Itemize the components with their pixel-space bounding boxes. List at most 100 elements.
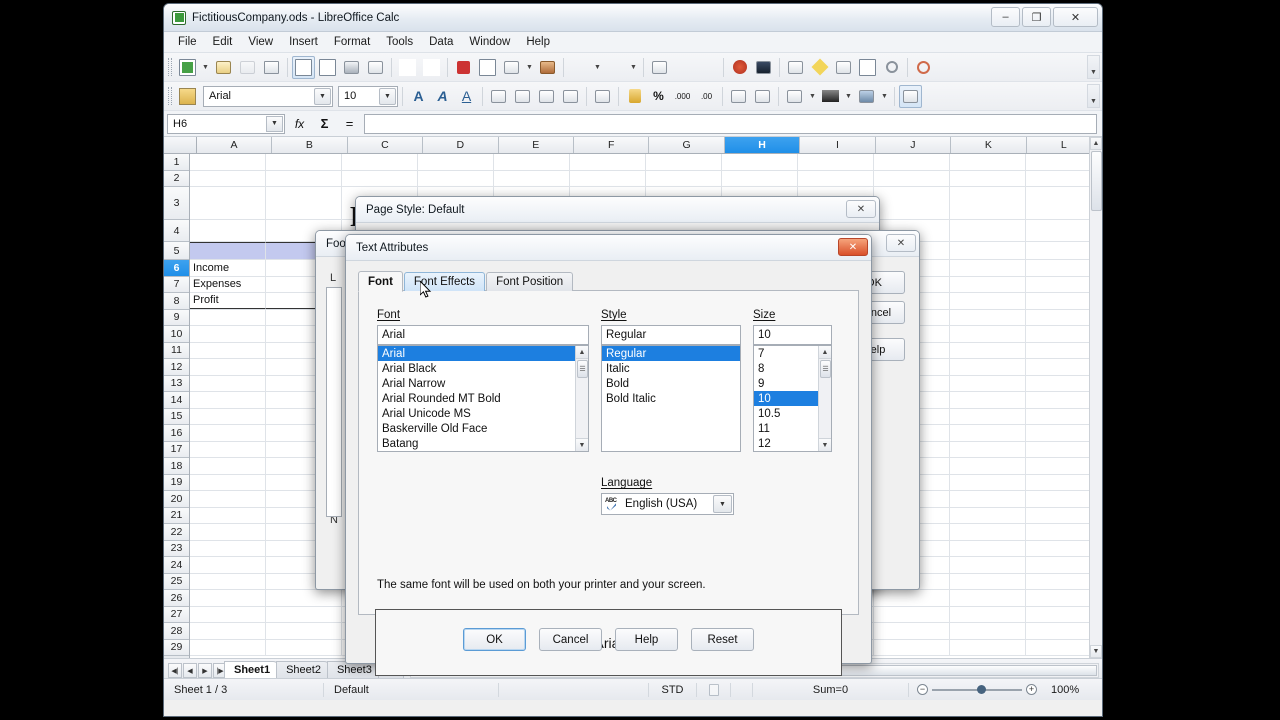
menu-help[interactable]: Help — [518, 34, 558, 50]
size-list-scrollbar[interactable]: ▲ ☰ ▼ — [818, 346, 831, 451]
border-style-dropdown-icon[interactable]: ▼ — [843, 85, 854, 108]
chevron-down-icon[interactable]: ▼ — [266, 115, 283, 132]
sheet-tab-sheet1[interactable]: Sheet1 — [224, 661, 281, 678]
scroll-up-icon[interactable]: ▲ — [576, 346, 588, 359]
grid-cell[interactable] — [950, 293, 1026, 309]
grid-cell[interactable] — [190, 507, 266, 523]
grid-cell[interactable] — [950, 606, 1026, 622]
font-list-item[interactable]: Batang — [378, 436, 588, 451]
grid-cell[interactable] — [190, 326, 266, 342]
paste-icon[interactable] — [500, 56, 523, 79]
scroll-down-icon[interactable]: ▼ — [1090, 645, 1102, 658]
grid-cell[interactable] — [190, 187, 266, 219]
grid-cell[interactable] — [190, 392, 266, 408]
grid-cell[interactable] — [190, 408, 266, 424]
email-icon[interactable] — [260, 56, 283, 79]
row-header-2[interactable]: 2 — [164, 170, 189, 187]
background-color-icon[interactable] — [855, 85, 878, 108]
grid-cell[interactable] — [190, 606, 266, 622]
close-icon[interactable]: ✕ — [886, 234, 916, 252]
grid-cell[interactable] — [950, 623, 1026, 639]
grid-cell[interactable] — [190, 491, 266, 507]
help-icon[interactable] — [912, 56, 935, 79]
column-header-f[interactable]: F — [573, 137, 650, 153]
row-header-26[interactable]: 26 — [164, 590, 189, 607]
grid-cell[interactable] — [950, 242, 1026, 259]
grid-cell[interactable] — [190, 425, 266, 441]
increase-indent-icon[interactable] — [751, 85, 774, 108]
autospellcheck-icon[interactable] — [420, 56, 443, 79]
clone-formatting-icon[interactable] — [536, 56, 559, 79]
row-header-10[interactable]: 10 — [164, 326, 189, 343]
zoom-in-icon[interactable]: + — [1026, 684, 1037, 695]
print-preview-icon[interactable] — [364, 56, 387, 79]
undo-icon[interactable] — [568, 56, 591, 79]
formula-icon[interactable]: = — [339, 113, 360, 134]
column-header-c[interactable]: C — [347, 137, 424, 153]
maximize-button[interactable]: ❐ — [1022, 7, 1051, 27]
insert-image-icon[interactable] — [752, 56, 775, 79]
sort-ascending-icon[interactable] — [672, 56, 695, 79]
row-header-21[interactable]: 21 — [164, 507, 189, 524]
status-zoom-level[interactable]: 100% — [1045, 683, 1089, 697]
spelling-icon[interactable] — [396, 56, 419, 79]
grid-cell[interactable] — [950, 154, 1026, 170]
scroll-down-icon[interactable]: ▼ — [819, 438, 831, 451]
grid-cell[interactable] — [874, 170, 950, 186]
grid-cell[interactable] — [950, 540, 1026, 556]
grid-cell[interactable] — [950, 260, 1026, 276]
row-header-23[interactable]: 23 — [164, 540, 189, 557]
scroll-thumb[interactable]: ☰ — [820, 360, 831, 378]
open-icon[interactable] — [212, 56, 235, 79]
merge-cells-icon[interactable] — [591, 85, 614, 108]
scroll-up-icon[interactable]: ▲ — [819, 346, 831, 359]
size-input[interactable]: 10 — [753, 325, 832, 345]
row-header-17[interactable]: 17 — [164, 441, 189, 458]
redo-dropdown-icon[interactable]: ▼ — [628, 56, 639, 79]
row-header-4[interactable]: 4 — [164, 220, 189, 242]
row-header-28[interactable]: 28 — [164, 623, 189, 640]
grid-cell[interactable] — [190, 590, 266, 606]
grid-cell[interactable] — [798, 154, 874, 170]
currency-format-icon[interactable] — [623, 85, 646, 108]
row-header-8[interactable]: 8 — [164, 293, 189, 310]
export-pdf-icon[interactable] — [316, 56, 339, 79]
grid-cell[interactable] — [266, 623, 342, 639]
grid-cell[interactable] — [190, 220, 266, 241]
grid-cell[interactable] — [950, 170, 1026, 186]
grid-cell[interactable] — [190, 441, 266, 457]
zoom-icon[interactable] — [880, 56, 903, 79]
menu-window[interactable]: Window — [461, 34, 518, 50]
chevron-down-icon[interactable]: ▼ — [379, 87, 396, 105]
style-input[interactable]: Regular — [601, 325, 741, 345]
column-header-a[interactable]: A — [196, 137, 273, 153]
row-header-27[interactable]: 27 — [164, 606, 189, 623]
align-center-icon[interactable] — [511, 85, 534, 108]
language-combobox[interactable]: ABC English (USA) ▼ — [601, 493, 734, 515]
grid-cell[interactable] — [190, 375, 266, 391]
cut-icon[interactable] — [452, 56, 475, 79]
grid-cell[interactable] — [570, 170, 646, 186]
grid-cell[interactable]: Income — [190, 260, 266, 276]
borders-dropdown-icon[interactable]: ▼ — [807, 85, 818, 108]
toolbar-grip[interactable] — [168, 58, 172, 76]
chart-icon[interactable] — [728, 56, 751, 79]
row-header-29[interactable]: 29 — [164, 639, 189, 656]
formula-input-line[interactable] — [364, 113, 1097, 134]
row-header-1[interactable]: 1 — [164, 154, 189, 171]
chevron-down-icon[interactable]: ▼ — [713, 495, 732, 513]
grid-cell[interactable] — [950, 524, 1026, 540]
row-header-18[interactable]: 18 — [164, 458, 189, 475]
grid-cell[interactable] — [266, 154, 342, 170]
add-decimal-icon[interactable]: .000 — [671, 85, 694, 108]
toolbar-overflow-icon[interactable]: ▼ — [1087, 84, 1100, 108]
style-list-item[interactable]: Bold Italic — [602, 391, 740, 406]
conditional-formatting-icon[interactable] — [899, 84, 922, 108]
select-all-corner[interactable] — [164, 137, 197, 153]
vertical-scroll-thumb[interactable] — [1091, 151, 1102, 211]
status-selection-mode[interactable]: STD — [649, 682, 697, 697]
status-page-style[interactable]: Default — [324, 682, 499, 697]
toolbar-grip[interactable] — [168, 87, 172, 105]
grid-cell[interactable] — [342, 154, 418, 170]
grid-cell[interactable] — [570, 154, 646, 170]
